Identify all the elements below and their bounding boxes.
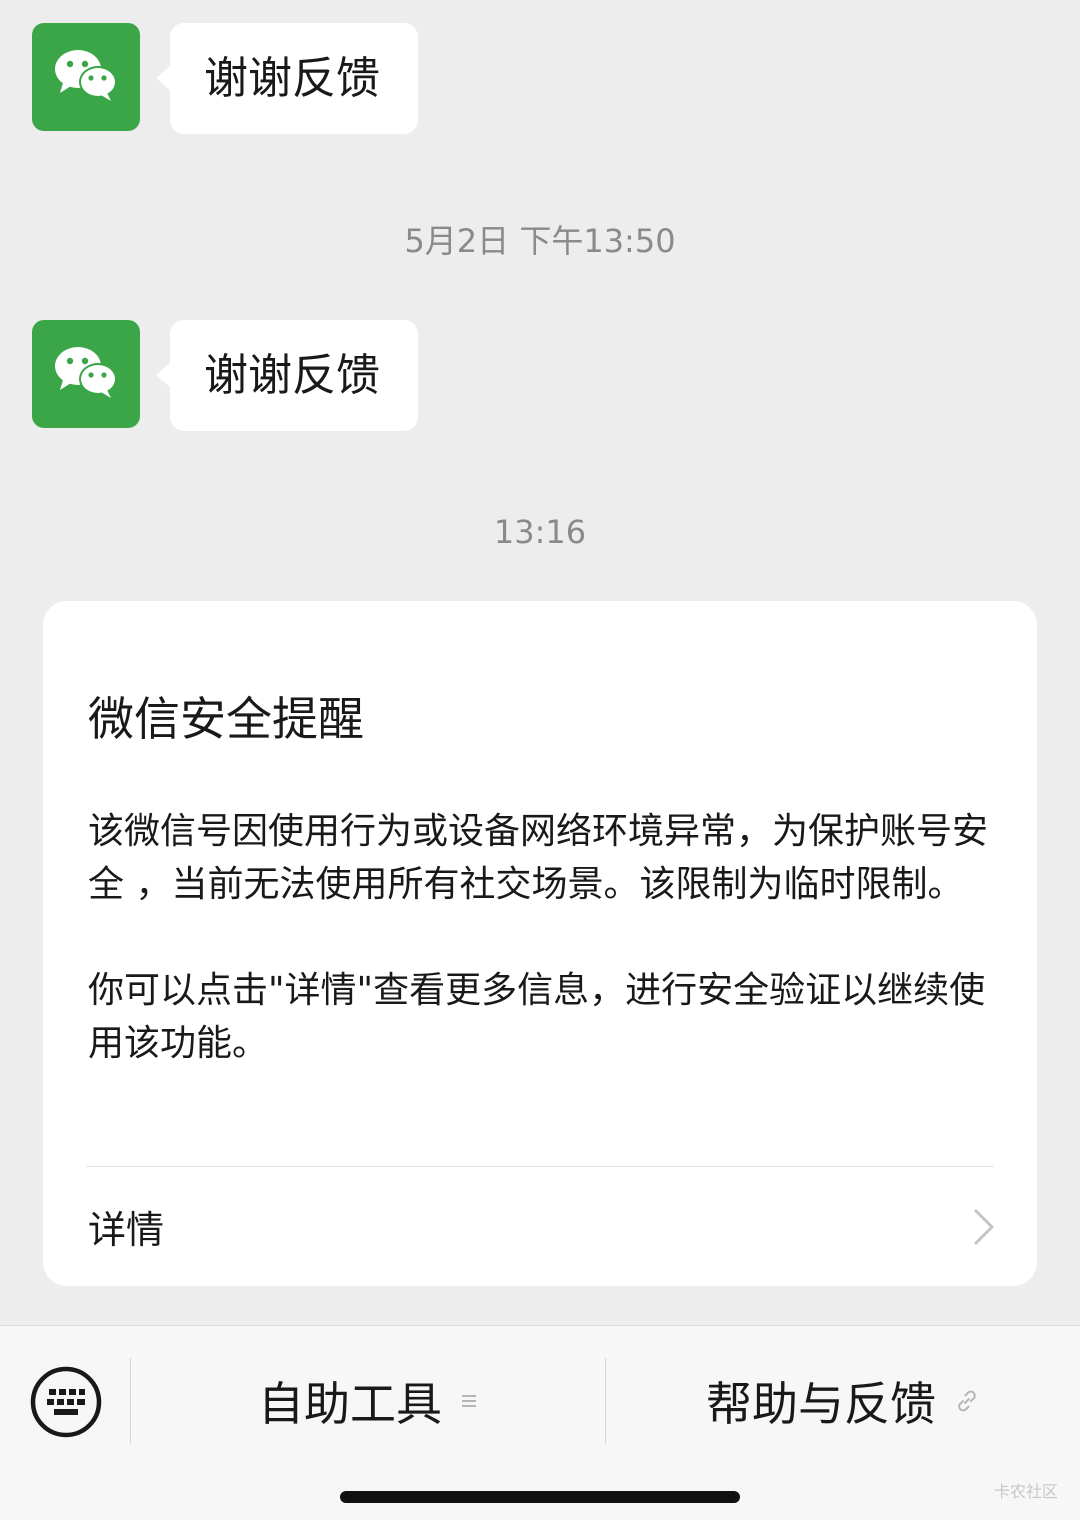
watermark-text: 卡农社区 — [993, 1482, 1058, 1501]
card-paragraph: 你可以点击"详情"查看更多信息，进行安全验证以继续使用该功能。 — [88, 970, 986, 1064]
chevron-right-icon — [973, 1208, 995, 1246]
chat-area: 谢谢反馈 5月2日 下午13:50 谢谢反馈 13:16 微信安全提醒 该微信号… — [0, 0, 1080, 1325]
message-row: 谢谢反馈 — [32, 23, 418, 134]
sender-avatar[interactable] — [32, 23, 140, 131]
sender-avatar[interactable] — [32, 320, 140, 428]
keyboard-icon — [29, 1365, 103, 1439]
card-body: 该微信号因使用行为或设备网络环境异常，为保护账号安全 ，当前无法使用所有社交场景… — [88, 805, 993, 1070]
details-link[interactable]: 详情 — [43, 1167, 1037, 1286]
home-indicator[interactable] — [340, 1491, 740, 1503]
card-title: 微信安全提醒 — [88, 692, 364, 746]
wechat-logo-icon — [53, 47, 119, 107]
message-timestamp: 13:16 — [493, 513, 587, 551]
card-paragraph: 该微信号因使用行为或设备网络环境异常，为保护账号安全 ，当前无法使用所有社交场景… — [88, 811, 989, 905]
link-icon — [954, 1388, 980, 1414]
message-row: 谢谢反馈 — [32, 320, 418, 431]
message-bubble[interactable]: 谢谢反馈 — [156, 320, 418, 431]
security-alert-card[interactable]: 微信安全提醒 该微信号因使用行为或设备网络环境异常，为保护账号安全 ，当前无法使… — [43, 601, 1037, 1286]
details-link-label: 详情 — [88, 1208, 165, 1252]
wechat-logo-icon — [53, 344, 119, 404]
menu-label: 帮助与反馈 — [706, 1377, 936, 1431]
keyboard-toggle-button[interactable] — [29, 1365, 103, 1439]
message-bubble[interactable]: 谢谢反馈 — [156, 23, 418, 134]
message-timestamp: 5月2日 下午13:50 — [404, 222, 676, 260]
menu-label: 自助工具 — [258, 1377, 442, 1431]
help-feedback-button[interactable]: 帮助与反馈 — [606, 1356, 1080, 1446]
menu-lines-icon — [460, 1392, 478, 1410]
self-service-tools-button[interactable]: 自助工具 — [131, 1356, 605, 1446]
